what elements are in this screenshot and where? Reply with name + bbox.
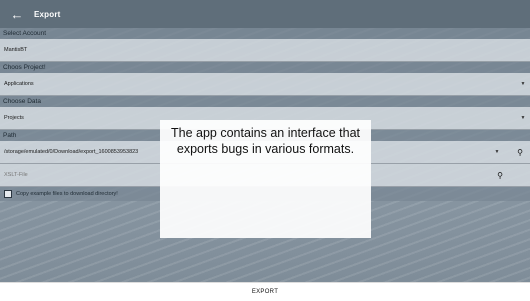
page-title: Export	[34, 9, 61, 19]
account-value: MantisBT	[4, 47, 28, 53]
dropdown-arrow-icon[interactable]: ▼	[516, 115, 530, 121]
project-value: Applications	[4, 81, 34, 87]
data-label: Choose Data	[0, 96, 530, 107]
caption-text: The app contains an interface that expor…	[170, 126, 360, 156]
project-label: Choos Project!	[0, 62, 530, 73]
caption-overlay: The app contains an interface that expor…	[160, 120, 371, 238]
dropdown-arrow-icon[interactable]: ▼	[516, 81, 530, 87]
dropdown-arrow-icon[interactable]: ▼	[490, 149, 504, 155]
project-dropdown[interactable]: Applications ▼	[0, 73, 530, 96]
arrow-back-icon[interactable]: ←	[2, 7, 32, 22]
account-field[interactable]: MantisBT	[0, 39, 530, 62]
bottom-bar: EXPORT	[0, 282, 530, 301]
copy-examples-label: Copy example files to download directory…	[16, 191, 118, 197]
app-bar: ← Export	[0, 0, 530, 28]
export-button[interactable]: EXPORT	[252, 289, 278, 295]
account-label: Select Account	[0, 28, 530, 39]
copy-examples-checkbox[interactable]	[4, 190, 12, 198]
search-icon[interactable]: ⚲	[490, 171, 510, 180]
search-icon[interactable]: ⚲	[510, 148, 530, 157]
